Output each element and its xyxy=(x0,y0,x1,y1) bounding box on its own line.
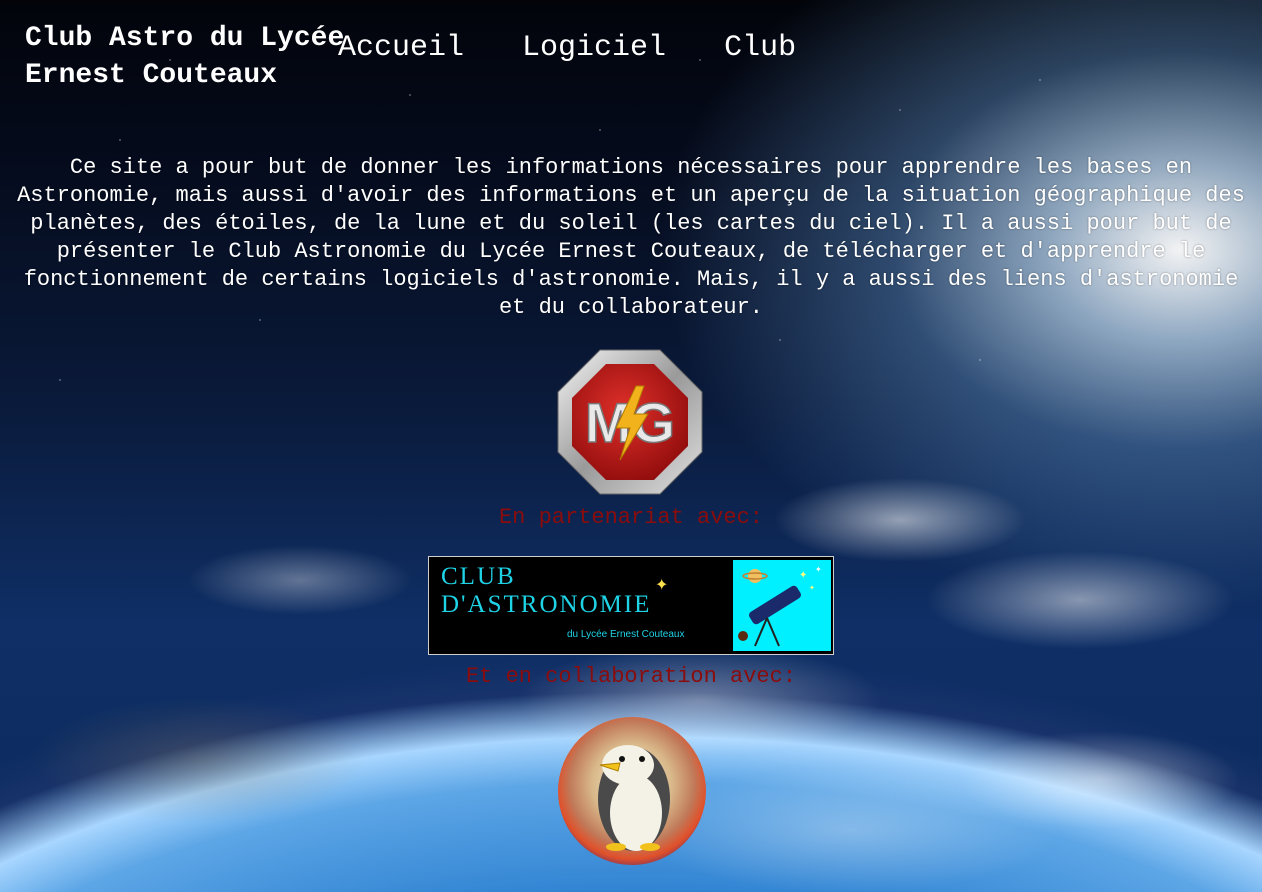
svg-text:✦: ✦ xyxy=(815,565,822,574)
collab-caption: Et en collaboration avec: xyxy=(465,664,797,689)
banner-title-line2: D'ASTRONOMIE xyxy=(441,591,652,618)
nav-link-club[interactable]: Club xyxy=(724,30,796,66)
banner-subtitle: du Lycée Ernest Couteaux xyxy=(567,629,685,640)
intro-paragraph: Ce site a pour but de donner les informa… xyxy=(17,155,1245,320)
svg-text:✦: ✦ xyxy=(809,584,815,592)
club-astronomie-banner[interactable]: CLUB ✦ D'ASTRONOMIE du Lycée Ernest Cout… xyxy=(428,556,834,655)
main-nav: Accueil Logiciel Club xyxy=(338,30,796,66)
banner-title-line1: CLUB xyxy=(441,563,516,590)
partner-caption: En partenariat avec: xyxy=(498,505,764,530)
nav-link-accueil[interactable]: Accueil xyxy=(338,30,464,66)
telescope-icon: ✦ ✦ ✦ xyxy=(733,560,831,651)
penguin-avatar[interactable] xyxy=(556,715,708,867)
nav-link-logiciel[interactable]: Logiciel xyxy=(522,30,666,66)
mg-logo[interactable]: MG xyxy=(556,348,704,496)
svg-text:✦: ✦ xyxy=(799,570,807,581)
star-icon: ✦ xyxy=(655,575,669,594)
